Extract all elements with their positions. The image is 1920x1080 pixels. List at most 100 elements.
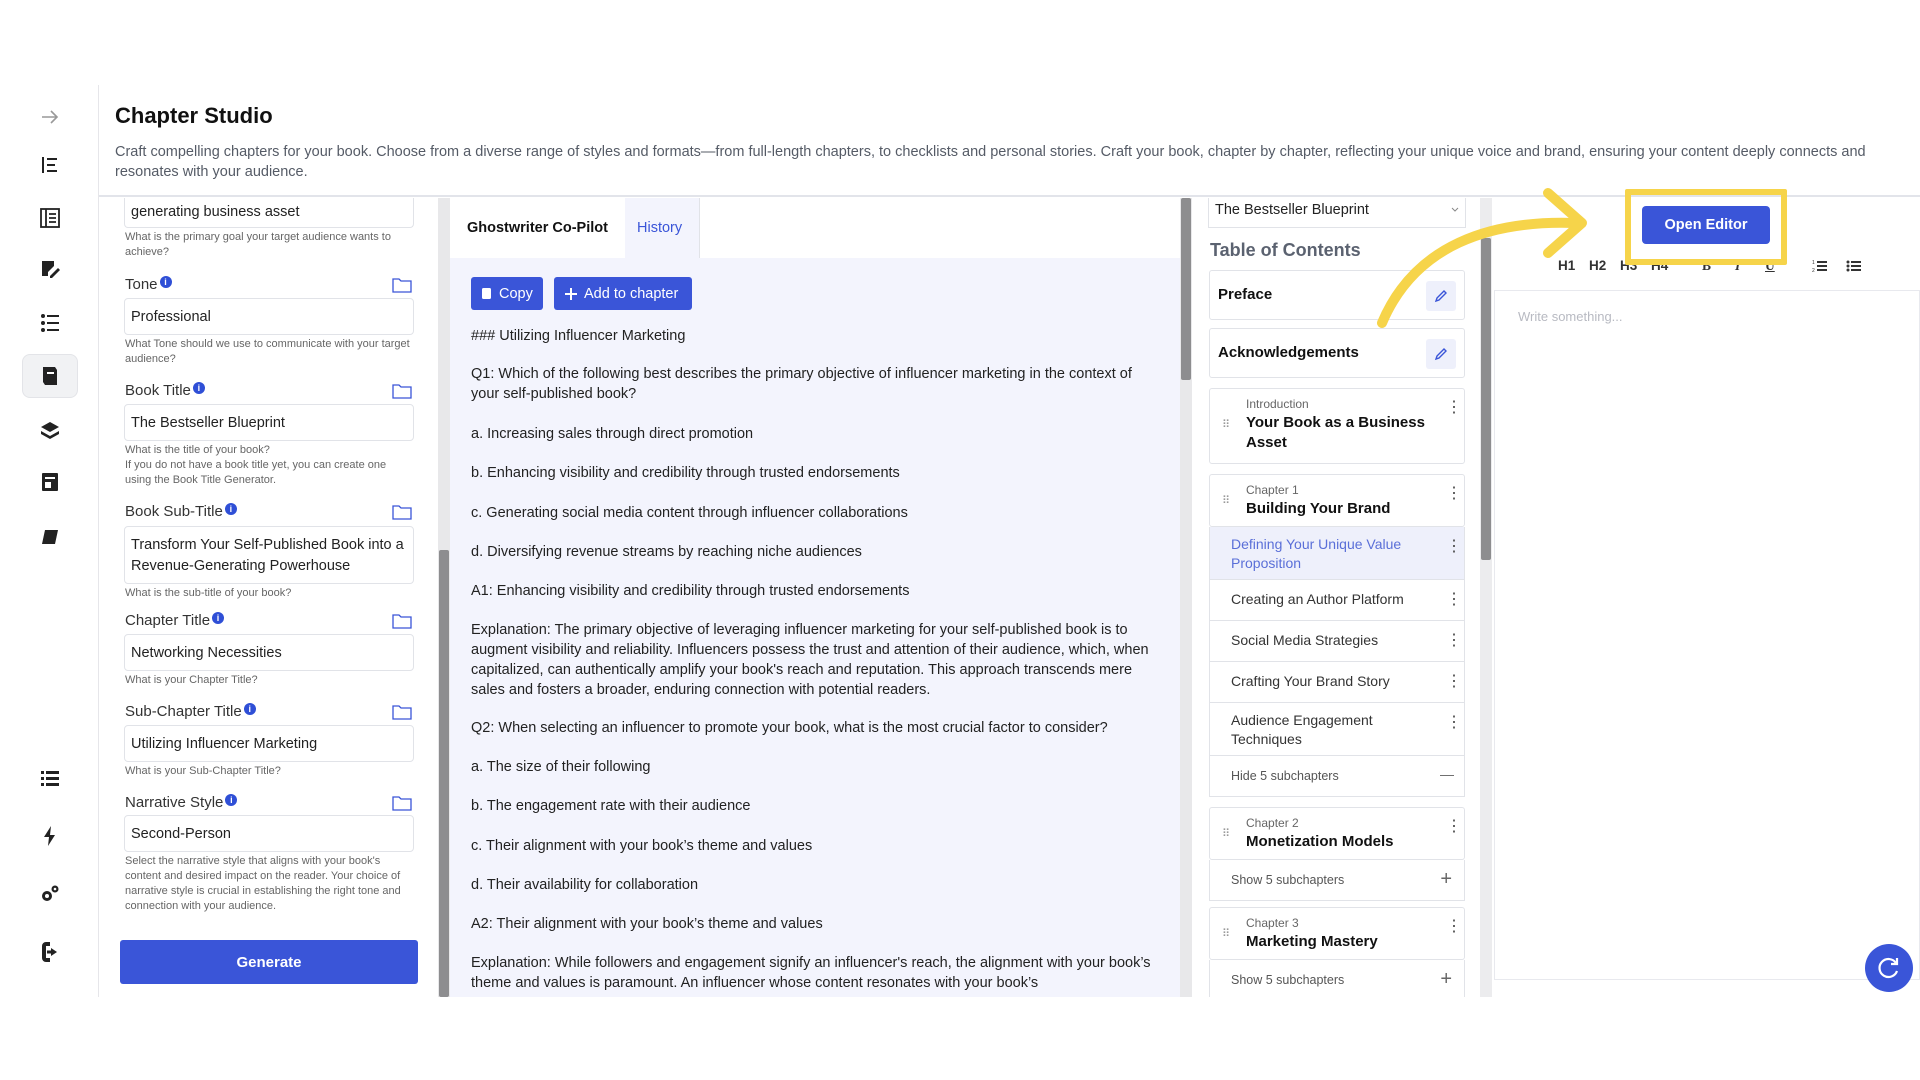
toc-item-label: Preface [1218, 286, 1273, 303]
form-scrollbar[interactable] [438, 198, 450, 997]
tab-history[interactable]: History [625, 198, 700, 258]
tab-ghostwriter-copilot[interactable]: Ghostwriter Co-Pilot [450, 198, 625, 258]
subchapter-label: Defining Your Unique Value Proposition [1231, 536, 1402, 571]
books-stack-icon[interactable] [22, 407, 78, 451]
info-icon[interactable]: i [225, 794, 238, 806]
info-icon[interactable]: i [192, 382, 205, 394]
subchapter-title-label: Sub-Chapter Title i [125, 703, 256, 720]
chapter-number: Chapter 3 [1246, 916, 1299, 930]
drag-handle-icon[interactable]: ⠿ [1222, 418, 1230, 431]
folder-icon[interactable] [392, 277, 412, 293]
folder-icon[interactable] [392, 383, 412, 399]
info-icon[interactable]: i [224, 503, 237, 515]
settings-gears-icon[interactable] [22, 872, 78, 916]
subchapter-label: Audience Engagement Techniques [1231, 712, 1373, 747]
book-subtitle-label-text: Book Sub-Title [125, 503, 223, 520]
menu-list-icon[interactable] [22, 756, 78, 800]
outline-list-icon[interactable] [22, 143, 78, 187]
expand-arrow-icon[interactable] [22, 95, 78, 139]
add-to-chapter-button[interactable]: Add to chapter [554, 277, 692, 310]
info-icon[interactable]: i [159, 276, 172, 288]
toggle-label: Hide 5 subchapters [1231, 769, 1339, 783]
editor-text-area[interactable]: Write something... [1494, 290, 1920, 980]
more-options-icon[interactable]: ⋮ [1446, 916, 1462, 936]
toc-item-acknowledgements[interactable]: Acknowledgements [1209, 328, 1465, 378]
audience-goal-help: What is the primary goal your target aud… [125, 231, 391, 258]
toggle-label: Show 5 subchapters [1231, 973, 1345, 987]
tone-label: Tone i [125, 276, 172, 293]
audience-goal-input[interactable]: generating business asset [124, 198, 414, 228]
ordered-list-icon[interactable]: 12 [1812, 259, 1828, 273]
drag-handle-icon[interactable]: ⠿ [1222, 927, 1230, 940]
output-paragraph: d. Diversifying revenue streams by reach… [471, 544, 862, 560]
subchapter-item[interactable]: Social Media Strategies ⋮ [1209, 621, 1465, 662]
copy-icon [482, 288, 491, 299]
toc-item-introduction[interactable]: ⠿ Introduction Your Book as a Business A… [1209, 388, 1465, 464]
copilot-tabs: Ghostwriter Co-Pilot History [450, 198, 1180, 258]
folder-icon[interactable] [392, 704, 412, 720]
more-options-icon[interactable]: ⋮ [1446, 671, 1462, 691]
hide-subchapters-toggle[interactable]: Hide 5 subchapters — [1209, 756, 1465, 797]
drag-handle-icon[interactable]: ⠿ [1222, 494, 1230, 507]
copilot-scrollbar[interactable] [1180, 198, 1192, 997]
drag-handle-icon[interactable]: ⠿ [1222, 827, 1230, 840]
folder-icon[interactable] [392, 504, 412, 520]
archive-icon[interactable] [22, 460, 78, 504]
more-options-icon[interactable]: ⋮ [1446, 589, 1462, 609]
output-paragraph: b. Enhancing visibility and credibility … [471, 465, 900, 481]
chapter-title: Monetization Models [1246, 833, 1394, 850]
show-subchapters-toggle[interactable]: Show 5 subchapters + [1209, 860, 1465, 901]
tone-input[interactable]: Professional [124, 298, 414, 335]
more-options-icon[interactable]: ⋮ [1446, 536, 1462, 556]
narrative-style-label: Narrative Style i [125, 794, 238, 811]
tone-label-text: Tone [125, 276, 158, 293]
form-scrollbar-thumb[interactable] [439, 550, 449, 997]
chapter-title-input[interactable]: Networking Necessities [124, 634, 414, 671]
copilot-scrollbar-thumb[interactable] [1181, 198, 1191, 380]
output-paragraph: Explanation: While followers and engagem… [471, 955, 1151, 991]
copy-button-label: Copy [499, 285, 533, 302]
more-options-icon[interactable]: ⋮ [1446, 712, 1462, 732]
book-subtitle-help: What is the sub-title of your book? [125, 587, 292, 599]
logout-icon[interactable] [22, 930, 78, 974]
book-layout-icon[interactable] [22, 196, 78, 240]
toc-item-chapter-1[interactable]: ⠿ Chapter 1 Building Your Brand ⋮ [1209, 474, 1465, 527]
chapter-studio-icon[interactable] [22, 354, 78, 398]
subchapter-item[interactable]: Crafting Your Brand Story ⋮ [1209, 662, 1465, 703]
subchapter-title-input[interactable]: Utilizing Influencer Marketing [124, 725, 414, 762]
svg-text:2: 2 [1812, 268, 1815, 273]
folder-icon[interactable] [392, 613, 412, 629]
more-options-icon[interactable]: ⋮ [1446, 630, 1462, 650]
toggle-label: Show 5 subchapters [1231, 873, 1345, 887]
narrative-style-select[interactable]: Second-Person [124, 815, 414, 852]
more-options-icon[interactable]: ⋮ [1446, 483, 1462, 503]
folder-icon[interactable] [392, 795, 412, 811]
checklist-icon[interactable] [22, 301, 78, 345]
subchapter-item[interactable]: Creating an Author Platform ⋮ [1209, 580, 1465, 621]
document-edit-icon[interactable] [22, 248, 78, 292]
highlight-box [1625, 189, 1787, 265]
toc-item-chapter-3[interactable]: ⠿ Chapter 3 Marketing Mastery ⋮ [1209, 907, 1465, 960]
subchapter-label: Creating an Author Platform [1231, 591, 1404, 607]
info-icon[interactable]: i [243, 703, 256, 715]
info-icon[interactable]: i [212, 612, 225, 624]
subchapter-item[interactable]: Audience Engagement Techniques ⋮ [1209, 703, 1465, 756]
more-options-icon[interactable]: ⋮ [1446, 816, 1462, 836]
book-subtitle-input[interactable]: Transform Your Self-Published Book into … [124, 526, 414, 584]
toc-item-chapter-2[interactable]: ⠿ Chapter 2 Monetization Models ⋮ [1209, 807, 1465, 860]
bullet-list-icon[interactable] [1846, 259, 1862, 273]
show-subchapters-toggle[interactable]: Show 5 subchapters + [1209, 960, 1465, 997]
page-header: Chapter Studio Craft compelling chapters… [99, 85, 1920, 197]
edit-button[interactable] [1426, 339, 1456, 369]
subchapter-title-label-text: Sub-Chapter Title [125, 703, 242, 720]
lightning-icon[interactable] [22, 814, 78, 858]
subchapter-item-active[interactable]: Defining Your Unique Value Proposition ⋮ [1209, 527, 1465, 580]
notebook-icon[interactable] [22, 515, 78, 559]
more-options-icon[interactable]: ⋮ [1446, 397, 1462, 417]
help-chat-button[interactable] [1865, 944, 1913, 992]
generate-button[interactable]: Generate [120, 940, 418, 984]
book-title-input[interactable]: The Bestseller Blueprint [124, 404, 414, 441]
chapter-number: Chapter 2 [1246, 816, 1299, 830]
plus-icon: + [1440, 968, 1452, 990]
copy-button[interactable]: Copy [471, 277, 543, 310]
